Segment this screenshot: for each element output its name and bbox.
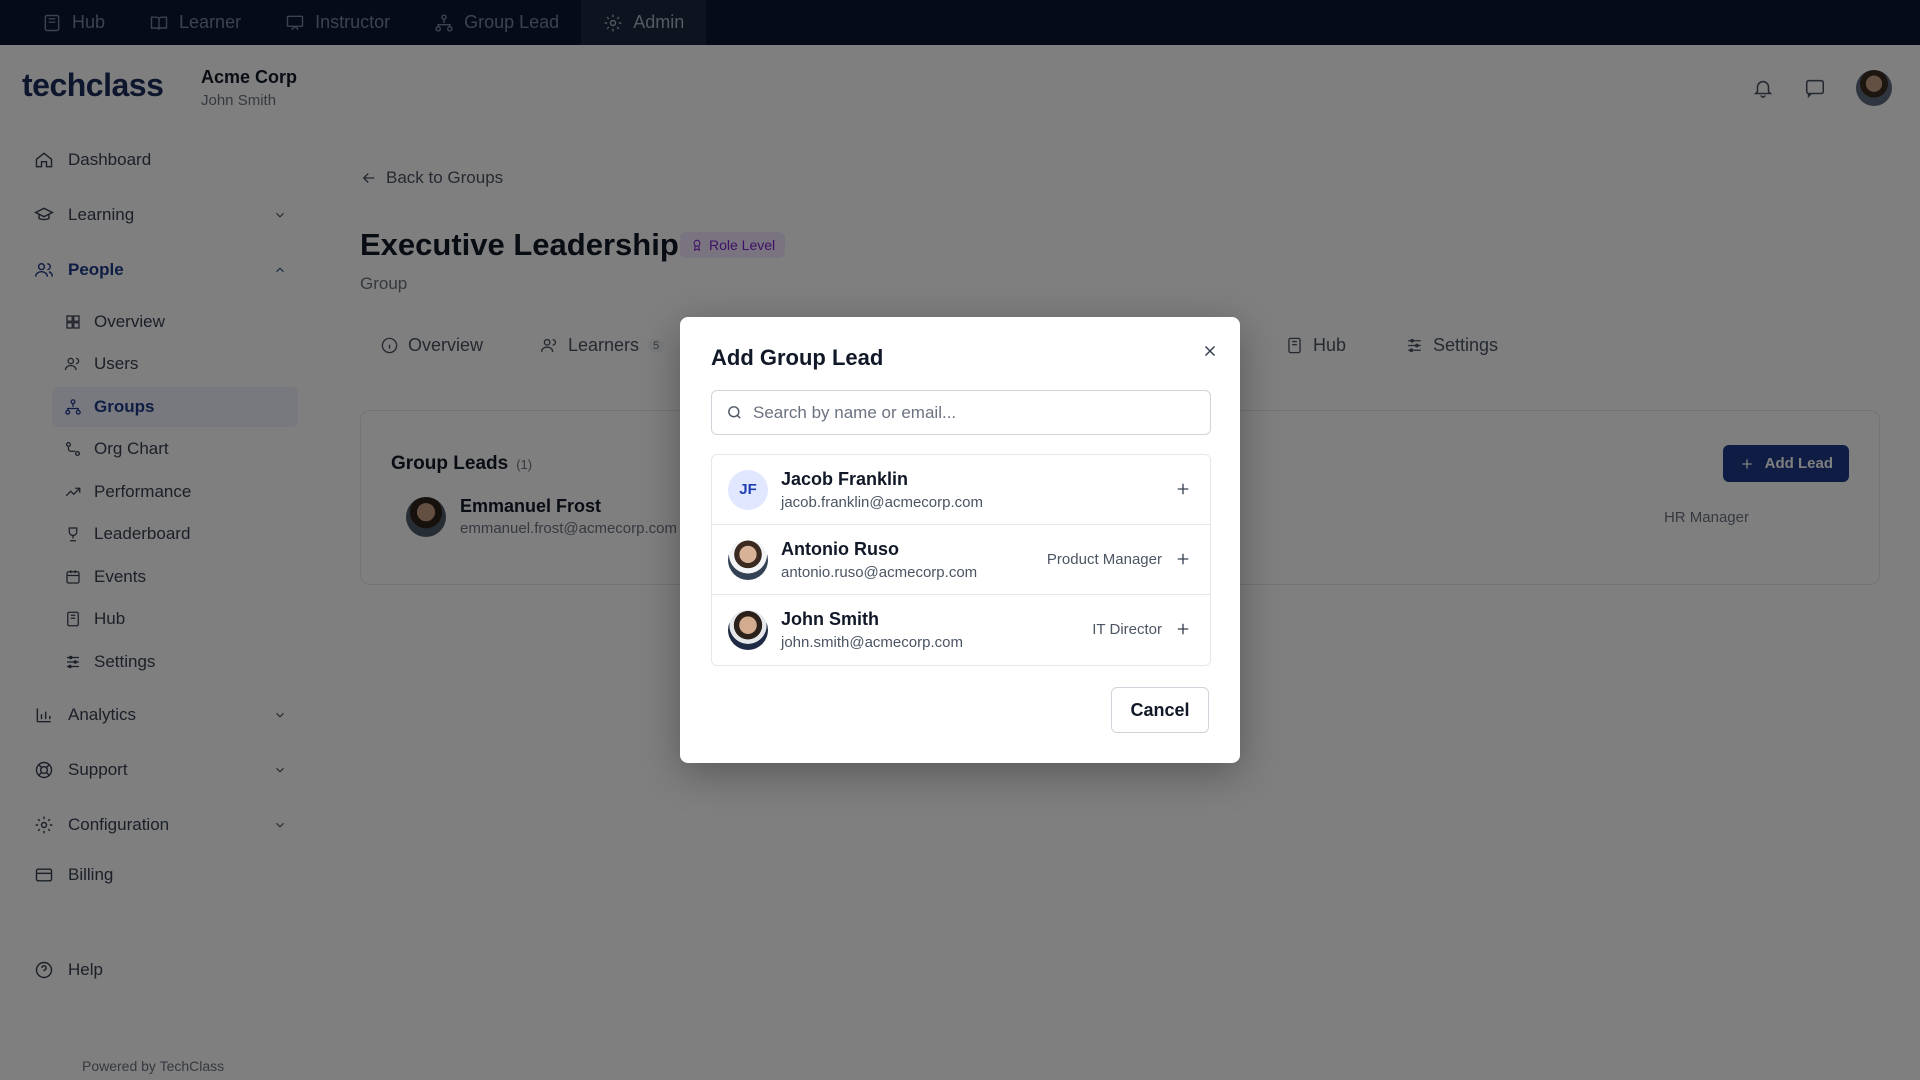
add-person-button[interactable] <box>1174 480 1194 500</box>
search-box <box>711 390 1211 435</box>
person-info: Jacob Franklin jacob.franklin@acmecorp.c… <box>781 469 983 511</box>
person-info: John Smith john.smith@acmecorp.com <box>781 609 963 651</box>
close-icon <box>1204 345 1216 357</box>
person-name: Antonio Ruso <box>781 538 899 559</box>
avatar: JF <box>728 469 768 510</box>
list-item[interactable]: Antonio Ruso antonio.ruso@acmecorp.com P… <box>712 525 1210 595</box>
plus-icon <box>1177 553 1189 565</box>
search-input[interactable] <box>753 402 1193 423</box>
person-name: John Smith <box>781 609 879 629</box>
list-item[interactable]: JF Jacob Franklin jacob.franklin@acmecor… <box>712 455 1210 525</box>
person-name: Jacob Franklin <box>781 468 909 489</box>
add-person-button[interactable] <box>1174 550 1194 570</box>
person-email: antonio.ruso@acmecorp.com <box>781 563 978 581</box>
person-info: Antonio Ruso antonio.ruso@acmecorp.com <box>781 539 977 581</box>
person-role: Product Manager <box>1046 551 1162 568</box>
person-email: john.smith@acmecorp.com <box>781 634 963 651</box>
add-group-lead-dialog: Add Group Lead JF Jacob Franklin jacob.f… <box>680 317 1240 763</box>
candidate-list: JF Jacob Franklin jacob.franklin@acmecor… <box>711 454 1211 666</box>
plus-icon <box>1177 483 1189 495</box>
plus-icon <box>1177 623 1189 635</box>
add-person-button[interactable] <box>1174 620 1194 640</box>
person-email: jacob.franklin@acmecorp.com <box>781 493 983 511</box>
close-button[interactable] <box>1198 339 1222 363</box>
person-role: IT Director <box>1092 621 1162 638</box>
list-item[interactable]: John Smith john.smith@acmecorp.com IT Di… <box>712 595 1210 665</box>
avatar <box>728 610 768 650</box>
avatar <box>728 539 768 580</box>
dialog-title: Add Group Lead <box>711 345 884 370</box>
search-icon <box>728 406 741 419</box>
cancel-button[interactable]: Cancel <box>1111 687 1209 733</box>
